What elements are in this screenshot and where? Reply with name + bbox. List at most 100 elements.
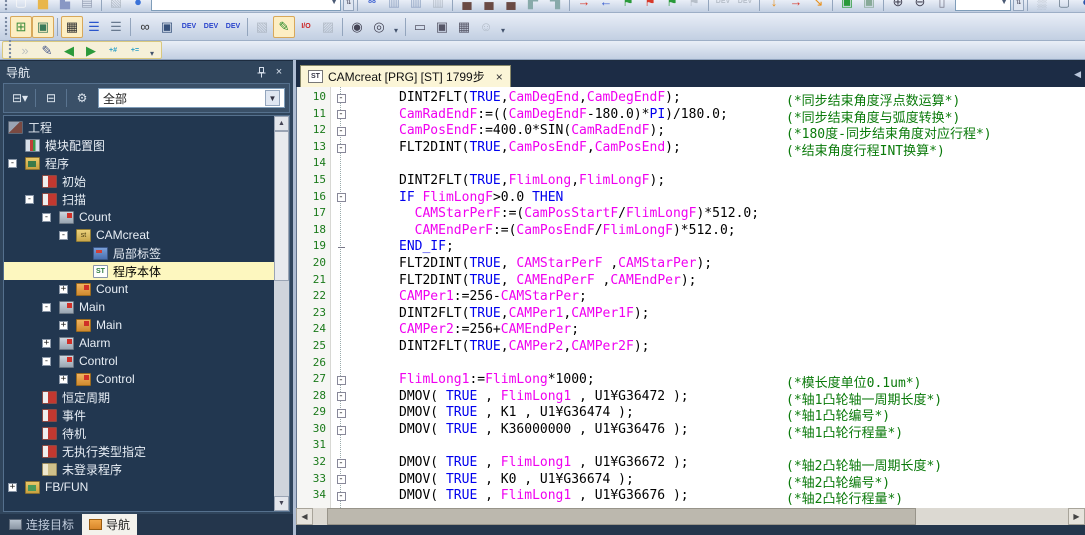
tree-expander-icon[interactable]: +	[8, 483, 25, 492]
fold-collapse-icon[interactable]: -	[331, 405, 351, 422]
code-line[interactable]: CamPosEndF:=400.0*SIN(CamRadEndF);(*180度…	[351, 123, 1085, 140]
arrow-right-red-icon[interactable]: →	[573, 0, 595, 13]
person-gray-icon[interactable]: ☺	[475, 16, 497, 38]
intelligent-module-icon[interactable]: ▦	[61, 16, 83, 38]
download-orange-icon[interactable]: ↓	[763, 0, 785, 13]
code-line[interactable]	[351, 438, 1085, 455]
toolbar-overflow-icon[interactable]: ▾	[146, 40, 158, 60]
tab-navigation[interactable]: 导航	[82, 514, 137, 535]
open-folder-icon[interactable]: ▆	[32, 0, 54, 13]
window-copy-icon[interactable]: ▥	[383, 0, 405, 13]
tree-item-camcreat[interactable]: -stCAMcreat	[4, 226, 274, 244]
tree-item-program[interactable]: -程序	[4, 154, 274, 172]
tree-vertical-scrollbar[interactable]: ▲ ▼	[274, 116, 289, 511]
code-line[interactable]: IF FlimLongF>0.0 THEN	[351, 190, 1085, 207]
scroll-down-icon[interactable]: ▼	[274, 496, 289, 511]
monitor-green-icon[interactable]: ▣	[836, 0, 858, 13]
code-line[interactable]: DINT2FLT(TRUE,CamDegEnd,CamDegEndF);(*同步…	[351, 90, 1085, 107]
code-line[interactable]: CAMPer2:=256+CAMEndPer;	[351, 322, 1085, 339]
code-line[interactable]: DMOV( TRUE , FlimLong1 , U1¥G36472 );(*轴…	[351, 389, 1085, 406]
tree-item-module-config[interactable]: 模块配置图	[4, 136, 274, 154]
tree-item-main-sub[interactable]: +Main	[4, 316, 274, 334]
code-line[interactable]: FLT2DINT(TRUE,CamPosEndF,CamPosEnd);(*结束…	[351, 140, 1085, 157]
search-prev-green-icon[interactable]: ◀	[58, 39, 80, 61]
list-dotted-icon[interactable]: ☰	[105, 16, 127, 38]
gray-tool-icon[interactable]: ▒	[1031, 0, 1053, 13]
tab-scroll-left-icon[interactable]: ◀	[1074, 69, 1081, 80]
code-line[interactable]: CAMEndPerF:=(CamPosEndF/FlimLongF)*512.0…	[351, 223, 1085, 240]
find-spin-icon[interactable]: ⇅	[343, 0, 354, 11]
flag-find-red-icon[interactable]: ⚑	[639, 0, 661, 13]
dev-gray-2-icon[interactable]: DEV	[734, 0, 756, 13]
io-check-icon[interactable]: I/O	[295, 16, 317, 38]
code-line[interactable]: FLT2DINT(TRUE, CAMStarPerF ,CAMStarPer);	[351, 256, 1085, 273]
paste-icon[interactable]: ▧	[105, 0, 127, 13]
tree-item-event[interactable]: 事件	[4, 406, 274, 424]
hscroll-thumb[interactable]	[327, 508, 916, 525]
tree-item-main[interactable]: -Main	[4, 298, 274, 316]
document-tab-camcreat[interactable]: ST CAMcreat [PRG] [ST] 1799步 ×	[300, 65, 511, 87]
flag-find-gray-icon[interactable]: ⚑	[683, 0, 705, 13]
toolbar-overflow-icon[interactable]: ▾	[390, 17, 402, 37]
zoom-in-icon[interactable]: ⊕	[887, 0, 909, 13]
window-gray-icon[interactable]: ▥	[427, 0, 449, 13]
find-in-window-icon[interactable]: ▣	[156, 16, 178, 38]
fold-collapse-icon[interactable]: -	[331, 455, 351, 472]
fold-collapse-icon[interactable]: -	[331, 140, 351, 157]
hscroll-track[interactable]	[313, 508, 1068, 525]
transfer-red-icon[interactable]: →	[785, 0, 807, 13]
read-plc-icon[interactable]: ▄	[478, 0, 500, 13]
code-line[interactable]: DINT2FLT(TRUE,CAMPer1,CAMPer1F);	[351, 306, 1085, 323]
tree-expander-icon[interactable]: -	[25, 195, 42, 204]
flag-find-green-icon[interactable]: ⚑	[617, 0, 639, 13]
search-next-green-icon[interactable]: ▶	[80, 39, 102, 61]
tree-item-count[interactable]: -Count	[4, 208, 274, 226]
delete-marks-icon[interactable]: +=	[124, 39, 146, 61]
tree-item-unregistered[interactable]: 未登录程序	[4, 460, 274, 478]
code-line[interactable]	[351, 156, 1085, 173]
scroll-left-icon[interactable]: ◀	[296, 508, 313, 525]
code-line[interactable]: FLT2DINT(TRUE, CAMEndPerF ,CAMEndPer);	[351, 273, 1085, 290]
navigation-window-icon[interactable]: ⊞	[10, 16, 32, 38]
zoom-combo[interactable]: ▼	[955, 0, 1011, 11]
code-line[interactable]: DINT2FLT(TRUE,FlimLong,FlimLongF);	[351, 173, 1085, 190]
tree-expander-icon[interactable]: -	[42, 213, 59, 222]
doc-pencil-icon[interactable]: ✎	[36, 39, 58, 61]
scroll-up-icon[interactable]: ▲	[274, 116, 289, 131]
editor-horizontal-scrollbar[interactable]: ◀ ▶	[296, 508, 1085, 525]
code-line[interactable]: DMOV( TRUE , K1 , U1¥G36474 );(*轴1凸轮编号*)	[351, 405, 1085, 422]
insert-marks-icon[interactable]: +#	[102, 39, 124, 61]
print-icon[interactable]: ▤	[76, 0, 98, 13]
fold-collapse-icon[interactable]: -	[331, 107, 351, 124]
fold-collapse-icon[interactable]: -	[331, 372, 351, 389]
find-combo[interactable]: ▼	[151, 0, 341, 11]
close-icon[interactable]: ×	[271, 65, 287, 80]
form-window-icon[interactable]: ▭	[409, 16, 431, 38]
window-copy-2-icon[interactable]: ▥	[405, 0, 427, 13]
code-line[interactable]: DMOV( TRUE , FlimLong1 , U1¥G36672 );(*轴…	[351, 455, 1085, 472]
code-line[interactable]: DMOV( TRUE , FlimLong1 , U1¥G36676 );(*轴…	[351, 488, 1085, 505]
redo-gray-icon[interactable]: »	[14, 39, 36, 61]
tab-connection-destination[interactable]: 连接目标	[2, 514, 81, 535]
device-pair-icon[interactable]: 88	[361, 0, 383, 13]
circle-tool-icon[interactable]: ●	[1075, 0, 1085, 13]
fold-collapse-icon[interactable]: -	[331, 472, 351, 489]
list-blue-icon[interactable]: ☰	[83, 16, 105, 38]
tree-filter-dropdown[interactable]: 全部 ▼	[98, 88, 285, 108]
tree-item-control[interactable]: -Control	[4, 352, 274, 370]
tree-item-control-sub[interactable]: +Control	[4, 370, 274, 388]
code-line[interactable]: DINT2FLT(TRUE,CAMPer2,CAMPer2F);	[351, 339, 1085, 356]
pin-icon[interactable]	[253, 65, 269, 80]
tree-item-fb-fun[interactable]: +FB/FUN	[4, 478, 274, 496]
brush-gray-icon[interactable]: ▨	[317, 16, 339, 38]
fold-collapse-icon[interactable]: -	[331, 123, 351, 140]
window-a-icon[interactable]: ▛	[522, 0, 544, 13]
tree-expander-icon[interactable]: -	[8, 159, 25, 168]
tree-scroll-thumb[interactable]	[274, 131, 289, 281]
code-line[interactable]: DMOV( TRUE , K0 , U1¥G36674 );(*轴2凸轮编号*)	[351, 472, 1085, 489]
write-plc-icon[interactable]: ▄	[456, 0, 478, 13]
scroll-right-icon[interactable]: ▶	[1068, 508, 1085, 525]
tree-item-count-sub[interactable]: +Count	[4, 280, 274, 298]
zoom-spin-icon[interactable]: ⇅	[1013, 0, 1024, 11]
tree-collapse-icon[interactable]: ⊟	[39, 87, 63, 109]
